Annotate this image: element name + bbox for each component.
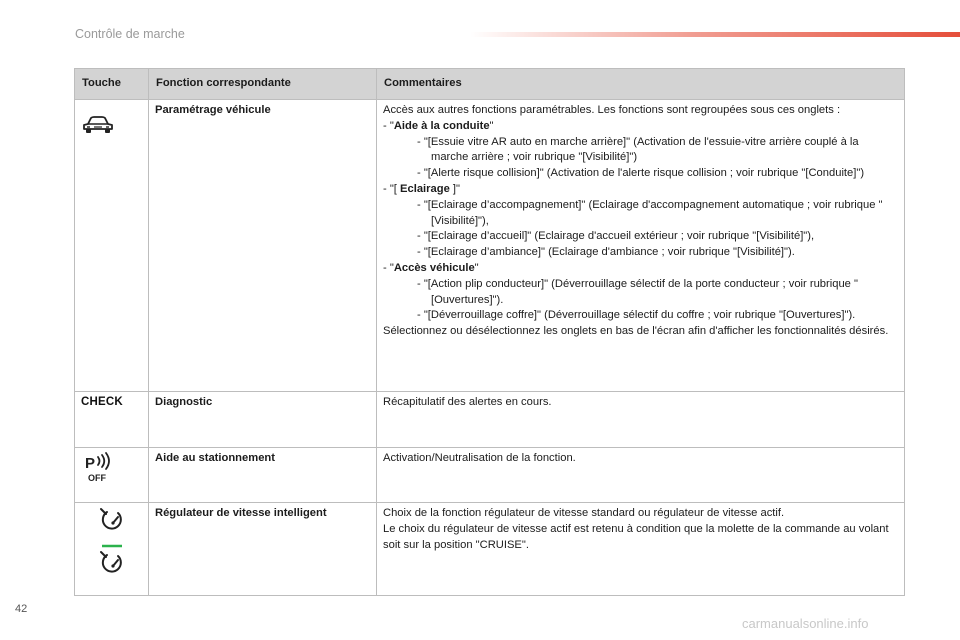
key-cell[interactable]: P OFF bbox=[74, 447, 149, 503]
list-item: - "[Eclairage d’accompagnement]" (Eclair… bbox=[417, 198, 883, 227]
function-label: Diagnostic bbox=[148, 391, 377, 448]
group-prefix: - " bbox=[383, 261, 394, 274]
functions-table: Touche Fonction correspondante Commentai… bbox=[74, 68, 905, 596]
list-item: - "[Eclairage d’ambiance]" (Eclairage d'… bbox=[417, 246, 795, 259]
function-label: Paramétrage véhicule bbox=[148, 99, 377, 392]
comment-cell: Récapitulatif des alertes en cours. bbox=[376, 391, 905, 448]
column-header-comments: Commentaires bbox=[376, 68, 905, 100]
list-item: - "[Alerte risque collision]" (Activatio… bbox=[417, 167, 865, 180]
group-suffix: " bbox=[474, 261, 479, 274]
list-item: - "[Déverrouillage coffre]" (Déverrouill… bbox=[417, 309, 856, 322]
car-icon[interactable] bbox=[81, 116, 115, 139]
table-row: CHECK Diagnostic Récapitulatif des alert… bbox=[74, 391, 905, 448]
comment-intro: Accès aux autres fonctions paramétrables… bbox=[383, 104, 841, 116]
function-label: Aide au stationnement bbox=[148, 447, 377, 503]
group-prefix: - " bbox=[383, 119, 394, 132]
off-label: OFF bbox=[88, 473, 106, 483]
watermark: carmanualsonline.info bbox=[742, 616, 869, 631]
comment-cell: Choix de la fonction régulateur de vites… bbox=[376, 502, 905, 596]
tab-name: Accès véhicule bbox=[393, 261, 475, 274]
comment-line: Le choix du régulateur de vitesse actif … bbox=[383, 522, 889, 551]
svg-text:P: P bbox=[85, 455, 95, 472]
comment-cell: Activation/Neutralisation de la fonction… bbox=[376, 447, 905, 503]
column-header-key: Touche bbox=[74, 68, 149, 100]
group-suffix: ]" bbox=[449, 182, 460, 195]
tab-group: - "Aide à la conduite" bbox=[383, 119, 898, 135]
function-label: Régulateur de vitesse intelligent bbox=[148, 502, 377, 596]
table-row: Régulateur de vitesse intelligent Choix … bbox=[74, 502, 905, 596]
table-row: P OFF Aide au stationnement Activation/N… bbox=[74, 447, 905, 503]
page-number: 42 bbox=[15, 603, 28, 615]
check-icon[interactable]: CHECK bbox=[81, 396, 123, 408]
active-speed-regulator-icon[interactable] bbox=[81, 544, 142, 578]
comment-outro: Sélectionnez ou désélectionnez les ongle… bbox=[383, 325, 889, 338]
comment-cell: Accès aux autres fonctions paramétrables… bbox=[376, 99, 905, 392]
comment-line: Choix de la fonction régulateur de vites… bbox=[383, 507, 785, 519]
column-header-function: Fonction correspondante bbox=[148, 68, 377, 100]
tab-name: Aide à la conduite bbox=[393, 119, 490, 132]
group-prefix: - "[ bbox=[383, 182, 401, 195]
speed-regulator-icon[interactable] bbox=[81, 506, 142, 536]
section-title: Contrôle de marche bbox=[75, 27, 185, 41]
table-header-row: Touche Fonction correspondante Commentai… bbox=[74, 68, 905, 100]
tab-name: Eclairage bbox=[400, 182, 450, 195]
parking-sensor-off-icon[interactable]: P OFF bbox=[81, 451, 115, 489]
header-accent-bar bbox=[470, 32, 960, 37]
key-cell[interactable] bbox=[74, 502, 149, 596]
key-cell[interactable] bbox=[74, 99, 149, 392]
tab-group: - "[ Eclairage ]" bbox=[383, 182, 898, 198]
list-item: - "[Eclairage d’accueil]" (Eclairage d'a… bbox=[417, 230, 815, 243]
key-cell[interactable]: CHECK bbox=[74, 391, 149, 448]
list-item: - "[Essuie vitre AR auto en marche arriè… bbox=[417, 135, 859, 164]
table-row: Paramétrage véhicule Accès aux autres fo… bbox=[74, 99, 905, 392]
tab-group: - "Accès véhicule" bbox=[383, 261, 898, 277]
group-suffix: " bbox=[489, 119, 494, 132]
list-item: - "[Action plip conducteur]" (Déverrouil… bbox=[417, 277, 858, 306]
